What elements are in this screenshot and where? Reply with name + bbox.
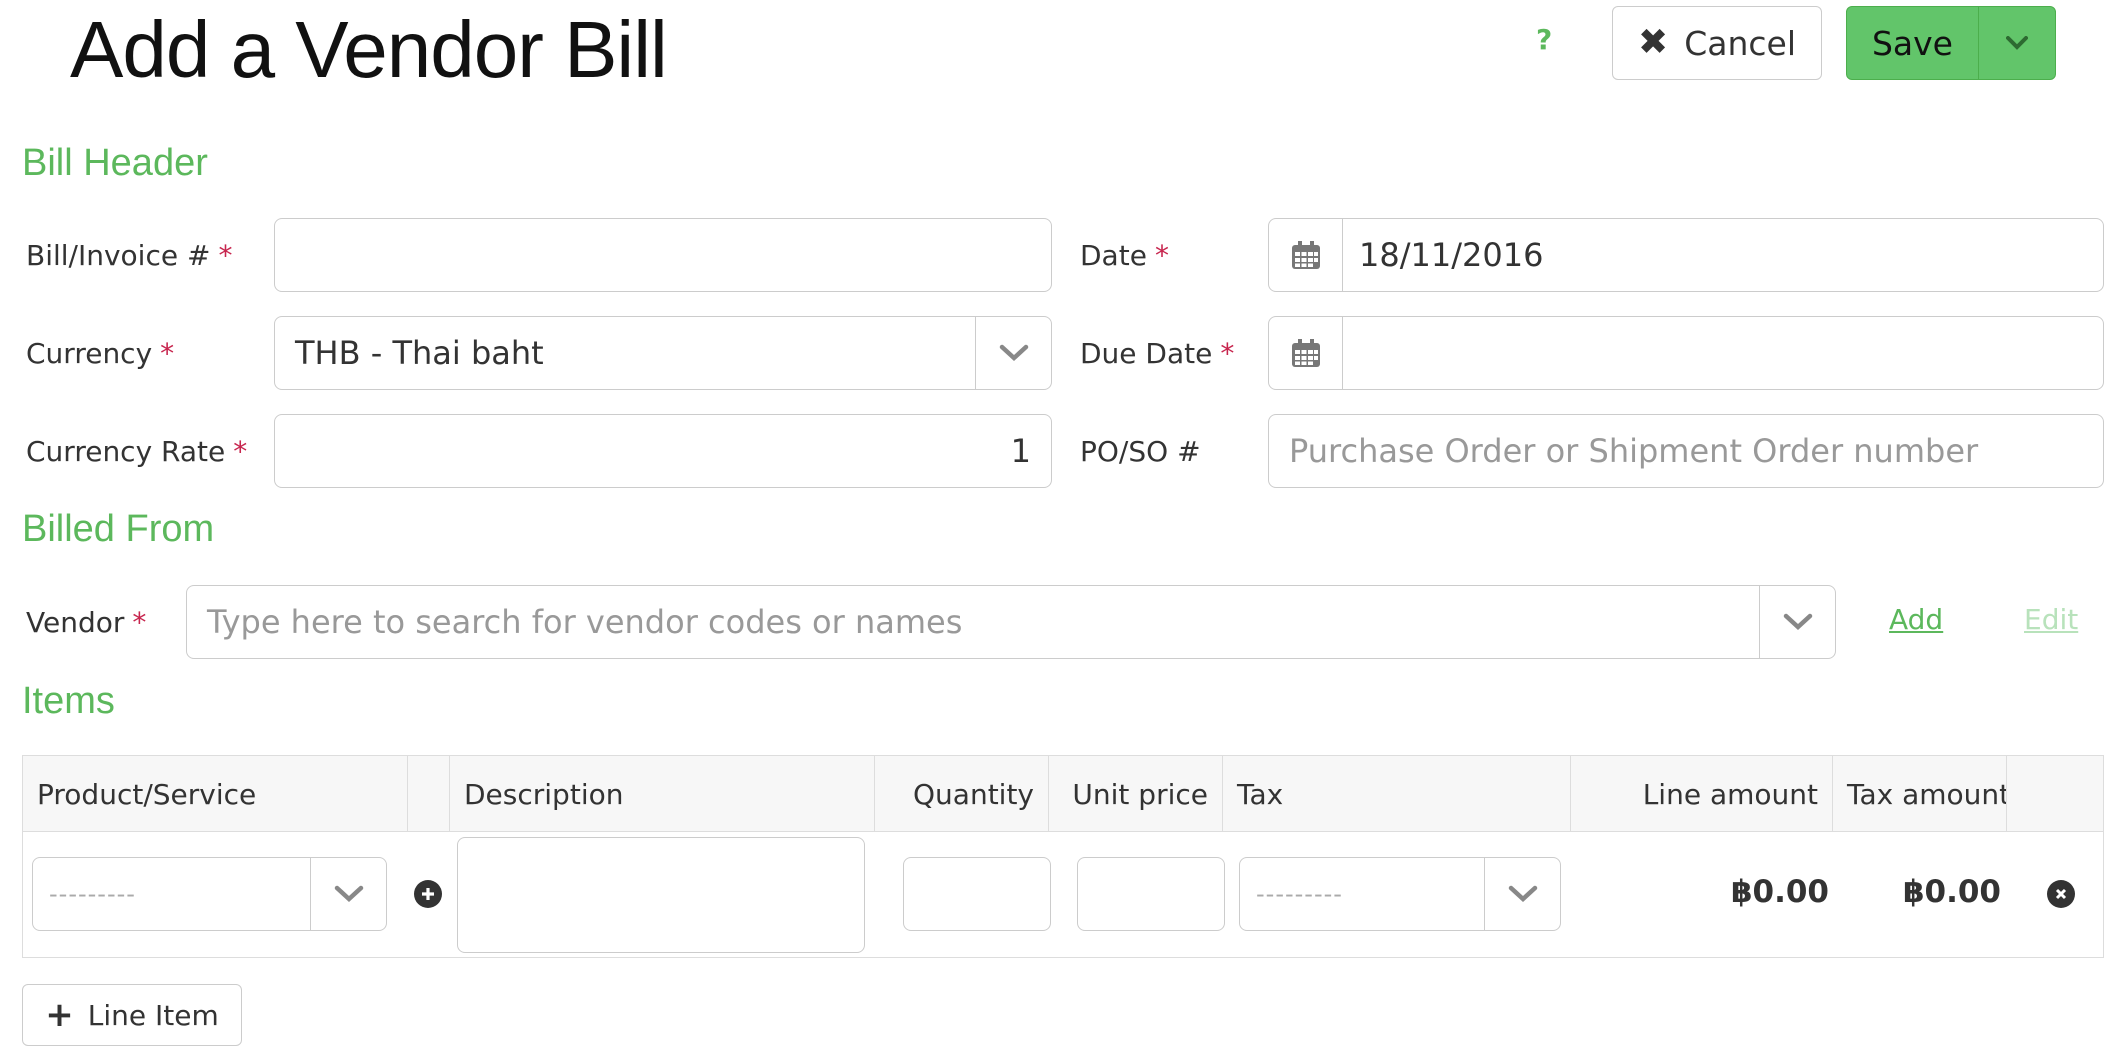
currency-select[interactable]: THB - Thai baht xyxy=(274,316,1052,390)
plus-icon: + xyxy=(45,995,74,1035)
cancel-button-label: Cancel xyxy=(1684,23,1796,63)
close-icon: ✖ xyxy=(1638,22,1669,63)
line-amount-value: ฿0.00 xyxy=(1730,874,1829,910)
chevron-down-icon xyxy=(2006,36,2028,50)
column-header-actions xyxy=(2007,756,2104,832)
currency-label: Currency * xyxy=(26,337,175,370)
remove-row-icon[interactable] xyxy=(2047,880,2075,908)
chevron-down-icon[interactable] xyxy=(1759,586,1835,658)
cancel-button[interactable]: ✖ Cancel xyxy=(1612,6,1822,80)
due-date-value[interactable] xyxy=(1343,317,2103,389)
date-field[interactable]: 18/11/2016 xyxy=(1268,218,2104,292)
tax-amount-value: ฿0.00 xyxy=(1902,874,2001,910)
bill-header-heading: Bill Header xyxy=(22,142,208,184)
date-label: Date * xyxy=(1080,239,1169,272)
due-date-field[interactable] xyxy=(1268,316,2104,390)
tax-select-value[interactable]: --------- xyxy=(1240,858,1484,930)
description-input[interactable] xyxy=(457,837,865,953)
add-line-item-button[interactable]: + Line Item xyxy=(22,984,242,1046)
items-table: Product/Service Description Quantity Uni… xyxy=(22,755,2104,958)
column-header-quantity: Quantity xyxy=(875,756,1049,832)
column-header-tax-amount: Tax amount xyxy=(1833,756,2007,832)
chevron-down-icon[interactable] xyxy=(1484,858,1560,930)
column-header-spacer xyxy=(408,756,450,832)
help-icon[interactable]: ? xyxy=(1536,20,1552,60)
currency-value[interactable]: THB - Thai baht xyxy=(275,317,975,389)
product-select-value[interactable]: --------- xyxy=(33,858,310,930)
column-header-line-amount: Line amount xyxy=(1571,756,1833,832)
currency-rate-label: Currency Rate * xyxy=(26,435,248,468)
add-product-icon[interactable] xyxy=(414,880,442,908)
vendor-label: Vendor * xyxy=(26,606,147,639)
save-button-group: Save xyxy=(1846,6,2056,80)
save-options-toggle[interactable] xyxy=(1979,7,2055,79)
bill-invoice-input[interactable] xyxy=(274,218,1052,292)
po-so-input[interactable]: Purchase Order or Shipment Order number xyxy=(1268,414,2104,488)
bill-invoice-label: Bill/Invoice # * xyxy=(26,239,233,272)
column-header-product: Product/Service xyxy=(23,756,408,832)
calendar-icon[interactable] xyxy=(1269,317,1343,389)
add-vendor-link[interactable]: Add xyxy=(1889,603,1943,636)
chevron-down-icon[interactable] xyxy=(310,858,386,930)
calendar-icon[interactable] xyxy=(1269,219,1343,291)
vendor-select[interactable]: Type here to search for vendor codes or … xyxy=(186,585,1836,659)
po-so-label: PO/SO # xyxy=(1080,435,1201,468)
currency-rate-input[interactable]: 1 xyxy=(274,414,1052,488)
quantity-input[interactable] xyxy=(903,857,1051,931)
page-title: Add a Vendor Bill xyxy=(70,5,668,94)
product-select[interactable]: --------- xyxy=(32,857,387,931)
due-date-label: Due Date * xyxy=(1080,337,1235,370)
chevron-down-icon[interactable] xyxy=(975,317,1051,389)
tax-select[interactable]: --------- xyxy=(1239,857,1561,931)
save-button[interactable]: Save xyxy=(1847,7,1979,79)
items-table-header: Product/Service Description Quantity Uni… xyxy=(23,756,2103,832)
column-header-description: Description xyxy=(450,756,875,832)
billed-from-heading: Billed From xyxy=(22,508,215,550)
items-heading: Items xyxy=(22,680,115,722)
edit-vendor-link[interactable]: Edit xyxy=(2024,603,2078,636)
vendor-search-input[interactable]: Type here to search for vendor codes or … xyxy=(187,586,1759,658)
date-value[interactable]: 18/11/2016 xyxy=(1343,219,2103,291)
unit-price-input[interactable] xyxy=(1077,857,1225,931)
add-line-item-label: Line Item xyxy=(87,998,219,1032)
column-header-unit-price: Unit price xyxy=(1049,756,1223,832)
column-header-tax: Tax xyxy=(1223,756,1571,832)
